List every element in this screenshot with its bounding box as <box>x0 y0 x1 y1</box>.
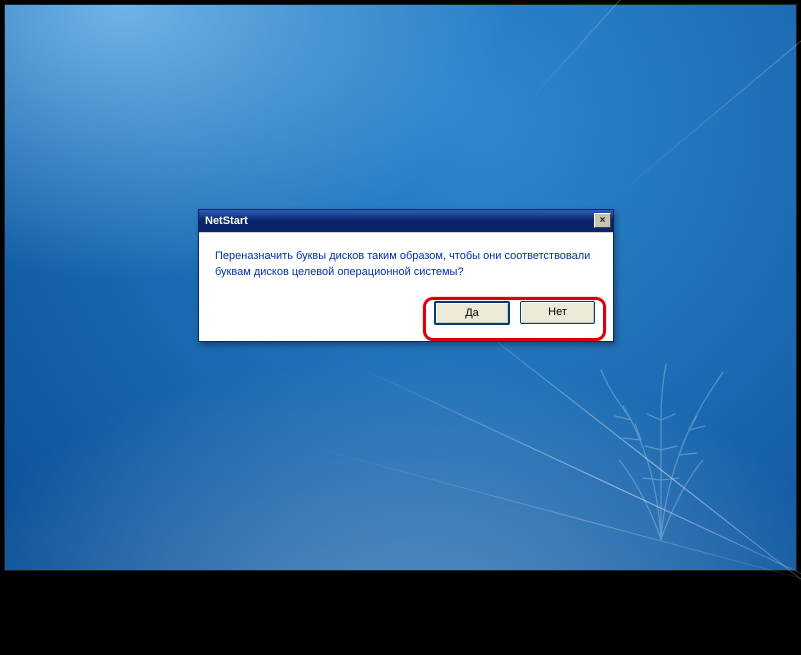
light-streak <box>525 0 801 106</box>
close-button[interactable]: × <box>594 213 611 228</box>
dialog-message: Переназначить буквы дисков таким образом… <box>215 249 597 281</box>
dialog-body: Переназначить буквы дисков таким образом… <box>199 232 613 341</box>
desktop-background: NetStart × Переназначить буквы дисков та… <box>4 4 797 571</box>
dialog-title: NetStart <box>205 215 248 227</box>
yes-button[interactable]: Да <box>434 301 510 325</box>
light-streak <box>605 0 801 206</box>
no-button[interactable]: Нет <box>520 301 595 324</box>
plant-decoration <box>581 360 741 540</box>
close-icon: × <box>600 216 606 226</box>
dialog-titlebar[interactable]: NetStart × <box>199 210 613 232</box>
dialog-button-row: Да Нет <box>215 301 597 331</box>
netstart-dialog: NetStart × Переназначить буквы дисков та… <box>198 209 614 342</box>
